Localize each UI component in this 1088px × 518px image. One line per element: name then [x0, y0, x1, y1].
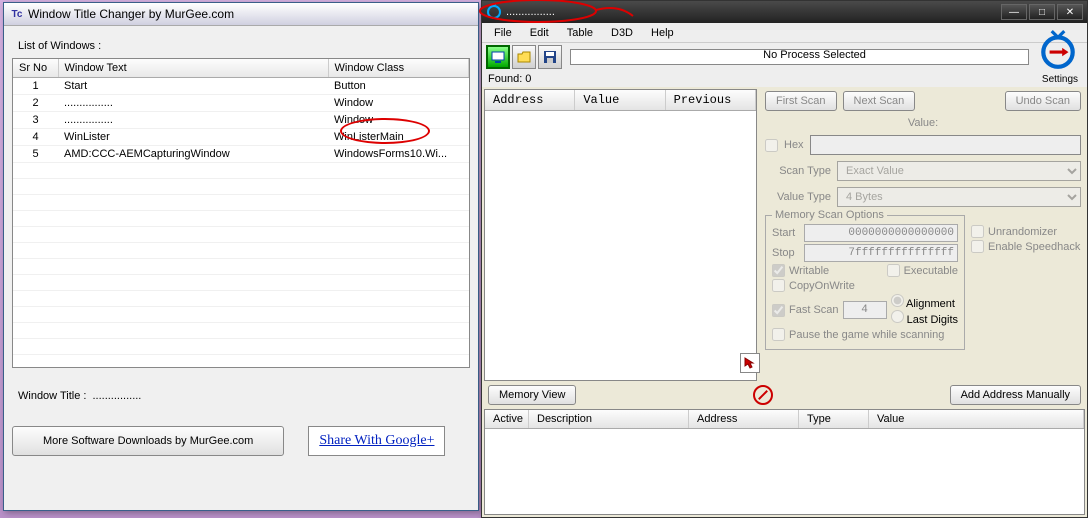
- unrandomizer-checkbox[interactable]: [971, 225, 984, 238]
- save-button[interactable]: [538, 45, 562, 69]
- fastscan-checkbox[interactable]: [772, 304, 785, 317]
- mem-options-title: Memory Scan Options: [772, 209, 887, 221]
- table-row[interactable]: 4WinListerWinListerMain: [13, 129, 469, 146]
- memory-scan-options: Memory Scan Options Start Stop Writable …: [765, 215, 965, 350]
- cheat-engine-window: ................ — □ ✕ File Edit Table D…: [481, 0, 1088, 518]
- value-type-label: Value Type: [765, 191, 831, 203]
- col-class[interactable]: Window Class: [328, 59, 469, 78]
- value-input[interactable]: [810, 135, 1081, 155]
- executable-checkbox[interactable]: [887, 264, 900, 277]
- window-title-changer: Tc Window Title Changer by MurGee.com Li…: [3, 2, 479, 511]
- executable-label: Executable: [904, 265, 958, 277]
- arrow-tool-button[interactable]: [740, 353, 760, 373]
- cheat-engine-icon: [486, 4, 502, 20]
- app-icon: Tc: [10, 7, 24, 21]
- col-previous[interactable]: Previous: [666, 90, 756, 110]
- menu-table[interactable]: Table: [559, 25, 601, 41]
- tbl-type[interactable]: Type: [799, 410, 869, 428]
- memory-view-button[interactable]: Memory View: [488, 385, 576, 405]
- tbl-desc[interactable]: Description: [529, 410, 689, 428]
- speedhack-checkbox[interactable]: [971, 240, 984, 253]
- tbl-address[interactable]: Address: [689, 410, 799, 428]
- more-downloads-button[interactable]: More Software Downloads by MurGee.com: [12, 426, 284, 456]
- col-value[interactable]: Value: [575, 90, 665, 110]
- minimize-button[interactable]: —: [1001, 4, 1027, 20]
- share-google-link[interactable]: Share With Google+: [319, 433, 434, 448]
- found-label: Found: 0: [482, 71, 1087, 87]
- window-title-input[interactable]: [92, 390, 212, 402]
- open-process-button[interactable]: [486, 45, 510, 69]
- stop-label: Stop: [772, 247, 800, 259]
- fastscan-value[interactable]: [843, 301, 887, 319]
- menubar: File Edit Table D3D Help: [482, 23, 1087, 43]
- scan-type-label: Scan Type: [765, 165, 831, 177]
- start-input[interactable]: [804, 224, 958, 242]
- computer-icon: [490, 49, 506, 65]
- first-scan-button[interactable]: First Scan: [765, 91, 837, 111]
- hex-label: Hex: [784, 139, 804, 151]
- pause-label: Pause the game while scanning: [789, 329, 944, 341]
- scan-type-select[interactable]: Exact Value: [837, 161, 1081, 181]
- ce-title: ................: [506, 6, 555, 18]
- speedhack-label: Enable Speedhack: [988, 241, 1080, 253]
- table-row[interactable]: 2................Window: [13, 95, 469, 112]
- cheat-engine-logo[interactable]: [1037, 29, 1079, 71]
- pause-checkbox[interactable]: [772, 328, 785, 341]
- window-title-label: Window Title :: [18, 390, 86, 402]
- tbl-value[interactable]: Value: [869, 410, 1084, 428]
- floppy-icon: [543, 50, 557, 64]
- alignment-radio[interactable]: [891, 294, 904, 307]
- table-row[interactable]: 3................Window: [13, 112, 469, 129]
- value-label: Value:: [908, 117, 938, 129]
- stop-input[interactable]: [804, 244, 958, 262]
- close-button[interactable]: ✕: [1057, 4, 1083, 20]
- cow-label: CopyOnWrite: [789, 280, 855, 292]
- writable-label: Writable: [789, 265, 829, 277]
- fastscan-label: Fast Scan: [789, 304, 839, 316]
- menu-edit[interactable]: Edit: [522, 25, 557, 41]
- col-text[interactable]: Window Text: [58, 59, 328, 78]
- folder-icon: [517, 50, 531, 64]
- share-box: Share With Google+: [308, 426, 445, 456]
- unrandomizer-label: Unrandomizer: [988, 226, 1057, 238]
- list-label: List of Windows :: [18, 40, 470, 52]
- undo-scan-button[interactable]: Undo Scan: [1005, 91, 1081, 111]
- no-process-label: No Process Selected: [602, 49, 1027, 61]
- settings-label[interactable]: Settings: [1037, 74, 1083, 85]
- menu-file[interactable]: File: [486, 25, 520, 41]
- start-label: Start: [772, 227, 800, 239]
- titlebar-left[interactable]: Tc Window Title Changer by MurGee.com: [4, 3, 478, 26]
- menu-help[interactable]: Help: [643, 25, 682, 41]
- arrow-icon: [743, 356, 757, 370]
- value-type-select[interactable]: 4 Bytes: [837, 187, 1081, 207]
- clear-icon[interactable]: [753, 385, 773, 405]
- add-address-button[interactable]: Add Address Manually: [950, 385, 1081, 405]
- col-srno[interactable]: Sr No: [13, 59, 58, 78]
- table-row[interactable]: 1StartButton: [13, 78, 469, 95]
- windows-table[interactable]: Sr No Window Text Window Class 1StartBut…: [12, 58, 470, 368]
- scan-panel: First Scan Next Scan Undo Scan Value: He…: [759, 87, 1087, 383]
- lastdigits-radio[interactable]: [891, 310, 904, 323]
- tbl-active[interactable]: Active: [485, 410, 529, 428]
- next-scan-button[interactable]: Next Scan: [843, 91, 916, 111]
- open-file-button[interactable]: [512, 45, 536, 69]
- col-address[interactable]: Address: [485, 90, 575, 110]
- cow-checkbox[interactable]: [772, 279, 785, 292]
- maximize-button[interactable]: □: [1029, 4, 1055, 20]
- address-list-panel[interactable]: Address Value Previous: [484, 89, 757, 381]
- menu-d3d[interactable]: D3D: [603, 25, 641, 41]
- table-row[interactable]: 5AMD:CCC-AEMCapturingWindowWindowsForms1…: [13, 146, 469, 163]
- writable-checkbox[interactable]: [772, 264, 785, 277]
- hex-checkbox[interactable]: [765, 139, 778, 152]
- titlebar-right[interactable]: ................ — □ ✕: [482, 1, 1087, 23]
- window-title: Window Title Changer by MurGee.com: [28, 7, 234, 21]
- cheat-table[interactable]: Active Description Address Type Value: [484, 409, 1085, 515]
